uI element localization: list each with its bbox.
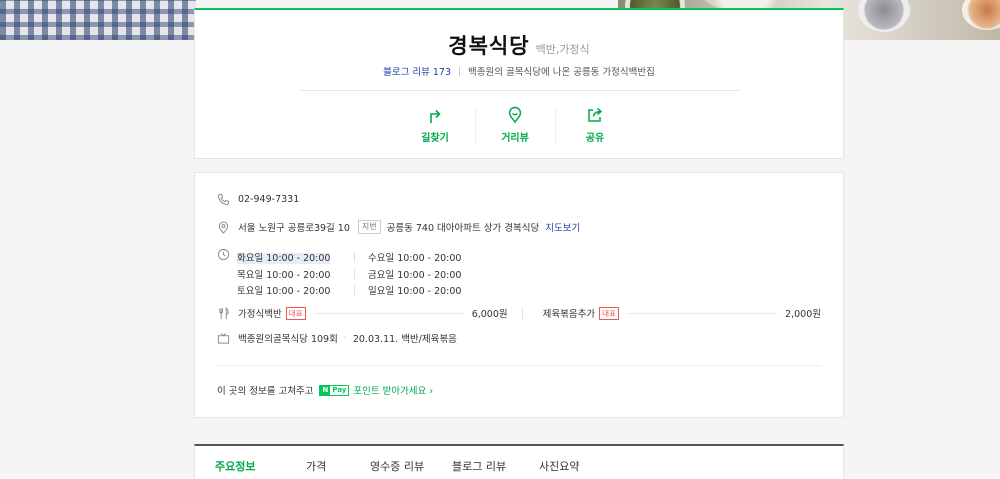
location-pin-icon: [218, 220, 229, 234]
hours-row: 목요일 10:00 - 20:00 금요일 10:00 - 20:00: [237, 266, 465, 283]
menu-row: 가정식백반 대표 6,000원 제육볶음추가 대표 2,000원: [217, 305, 821, 321]
npay-pay: Pay: [332, 385, 347, 394]
phone-number[interactable]: 02-949-7331: [238, 194, 299, 205]
menu-name: 제육볶음추가: [542, 309, 596, 320]
divider: [299, 90, 741, 91]
street-view-icon: [508, 106, 522, 124]
tab-receipt-review[interactable]: 영수증 리뷰: [370, 458, 424, 474]
share-icon: [588, 107, 603, 122]
divider: [521, 307, 523, 319]
tab-price[interactable]: 가격: [306, 458, 326, 474]
blog-review-count: 173: [432, 67, 451, 78]
leader-line: [313, 312, 464, 314]
menu-price: 6,000원: [471, 309, 508, 320]
npay-n: N: [320, 384, 331, 396]
place-description: 백종원의 골목식당에 나온 공릉동 가정식백반집: [468, 67, 655, 78]
address-row: 서울 노원구 공릉로39길 10 지번 공릉동 740 대아아파트 상가 경복식…: [217, 220, 580, 234]
npay-logo: N Pay: [319, 384, 350, 396]
utensils-icon: [219, 306, 229, 319]
map-view-link[interactable]: 지도보기: [545, 220, 580, 234]
tv-show: 백종원의골목식당 109회: [238, 334, 338, 345]
menu-price: 2,000원: [785, 309, 821, 320]
jibun-tag: 지번: [357, 220, 381, 234]
signature-badge: 대표: [599, 306, 619, 320]
hours-text: 금요일 10:00 - 20:00: [368, 269, 462, 281]
hours-cell: 일요일 10:00 - 20:00: [355, 283, 465, 297]
hours-text: 화요일 10:00 - 20:00: [237, 253, 331, 265]
tv-row: 백종원의골목식당 109회 · 20.03.11. 백반/제육볶음: [217, 331, 457, 345]
tab-photo-summary[interactable]: 사진요약: [539, 458, 579, 474]
title-row: 경복식당 백반,가정식: [195, 30, 843, 60]
tab-main-info[interactable]: 주요정보: [215, 458, 255, 474]
leader-line: [626, 312, 778, 314]
hours-cell: 토요일 10:00 - 20:00: [237, 283, 354, 297]
tv-icon: [217, 332, 230, 344]
clock-icon: [217, 248, 230, 261]
directions-icon: [430, 109, 441, 123]
divider: [217, 365, 821, 366]
jibun-address: 공릉동 740 대아아파트 상가 경복식당: [386, 223, 540, 234]
point-link[interactable]: 포인트 받아가세요 ›: [353, 383, 433, 397]
share-label: 공유: [585, 133, 605, 144]
menu-name: 가정식백반: [238, 309, 282, 320]
summary-row: 블로그 리뷰 173 백종원의 골목식당에 나온 공릉동 가정식백반집: [195, 64, 843, 78]
tv-detail: 20.03.11. 백반/제육볶음: [352, 334, 457, 345]
hours-cell: 수요일 10:00 - 20:00: [355, 250, 465, 264]
place-header-card: 경복식당 백반,가정식 블로그 리뷰 173 백종원의 골목식당에 나온 공릉동 가…: [194, 8, 844, 159]
street-view-label: 거리뷰: [501, 133, 529, 144]
directions-button[interactable]: 길찾기: [395, 103, 475, 148]
directions-label: 길찾기: [421, 133, 449, 144]
hours-text: 일요일 10:00 - 20:00: [368, 286, 462, 298]
edit-info-row: 이 곳의 정보를 고쳐주고 N Pay 포인트 받아가세요 ›: [217, 383, 433, 397]
road-address: 서울 노원구 공릉로39길 10: [238, 223, 350, 234]
tab-blog-review[interactable]: 블로그 리뷰: [452, 458, 506, 474]
signature-badge: 대표: [285, 306, 306, 320]
place-title: 경복식당: [448, 34, 530, 58]
dot-separator: ·: [343, 332, 347, 344]
hours-cell: 목요일 10:00 - 20:00: [237, 267, 354, 281]
share-button[interactable]: 공유: [555, 103, 635, 148]
business-hours: 화요일 10:00 - 20:00 수요일 10:00 - 20:00 목요일 …: [237, 249, 465, 299]
street-view-button[interactable]: 거리뷰: [475, 103, 555, 148]
tab-bar: 주요정보 가격 영수증 리뷰 블로그 리뷰 사진요약: [194, 444, 844, 479]
blog-review-link[interactable]: 블로그 리뷰 173: [383, 67, 451, 78]
action-bar: 길찾기 거리뷰 공유: [395, 103, 635, 148]
hours-text: 목요일 10:00 - 20:00: [237, 269, 331, 281]
blog-review-label: 블로그 리뷰: [383, 67, 430, 78]
menu-item: 제육볶음추가 대표: [543, 306, 619, 320]
hours-text: 수요일 10:00 - 20:00: [368, 253, 462, 265]
phone-row: 02-949-7331: [217, 193, 299, 206]
banner-photo-left: [0, 0, 196, 40]
hours-cell: 금요일 10:00 - 20:00: [355, 267, 465, 281]
hours-row: 토요일 10:00 - 20:00 일요일 10:00 - 20:00: [237, 282, 465, 299]
hours-text: 토요일 10:00 - 20:00: [237, 286, 331, 298]
divider: [459, 67, 460, 76]
menu-item: 가정식백반 대표: [238, 306, 306, 320]
place-category: 백반,가정식: [535, 43, 590, 56]
edit-prompt: 이 곳의 정보를 고쳐주고: [217, 386, 314, 397]
hours-today: 화요일 10:00 - 20:00: [237, 250, 354, 265]
place-info-card: 02-949-7331 서울 노원구 공릉로39길 10 지번 공릉동 740 …: [194, 172, 844, 418]
phone-icon: [217, 193, 230, 206]
hours-row: 화요일 10:00 - 20:00 수요일 10:00 - 20:00: [237, 249, 465, 266]
